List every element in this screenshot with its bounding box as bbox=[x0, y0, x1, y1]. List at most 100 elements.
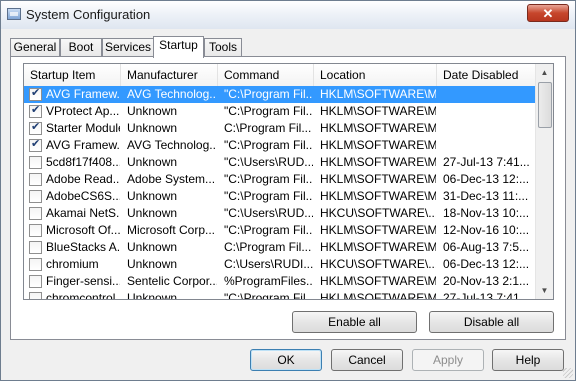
column-header-date-disabled[interactable]: Date Disabled bbox=[437, 64, 536, 86]
startup-item-checkbox[interactable] bbox=[29, 156, 42, 169]
cell-command: "C:\Program Fil... bbox=[224, 172, 313, 186]
startup-items-list[interactable]: Startup Item Manufacturer Command Locati… bbox=[23, 63, 554, 300]
startup-item-checkbox[interactable]: ✔ bbox=[29, 87, 42, 101]
cell-location: HKCU\SOFTWARE\... bbox=[320, 257, 436, 271]
tab-services[interactable]: Services bbox=[102, 38, 154, 57]
list-item[interactable]: Finger-sensi... Sentelic Corpor... %Progra… bbox=[24, 273, 536, 290]
cell-location: HKLM\SOFTWARE\M... bbox=[320, 223, 436, 237]
cell-location: HKLM\SOFTWARE\M... bbox=[320, 138, 436, 152]
cell-command: "C:\Program Fil... bbox=[224, 291, 313, 300]
startup-item-checkbox[interactable] bbox=[29, 258, 42, 271]
cell-date: 18-Nov-13 10:... bbox=[443, 206, 530, 220]
tab-boot[interactable]: Boot bbox=[60, 38, 102, 57]
cell-startup-item: chromium bbox=[46, 257, 99, 271]
cell-manufacturer: Unknown bbox=[127, 206, 178, 220]
vertical-scrollbar[interactable]: ▲ ▼ bbox=[535, 64, 553, 299]
cell-command: "C:\Users\RUD... bbox=[224, 155, 313, 169]
cell-date bbox=[443, 86, 535, 103]
list-item[interactable]: ✔ VProtect Ap... Unknown "C:\Program Fil...… bbox=[24, 103, 536, 120]
help-button[interactable]: Help bbox=[492, 349, 564, 371]
cell-startup-item: BlueStacks A... bbox=[46, 240, 120, 254]
ok-button[interactable]: OK bbox=[250, 349, 322, 371]
cell-startup-item: AVG Framew... bbox=[46, 87, 120, 101]
column-header-location[interactable]: Location bbox=[314, 64, 437, 86]
cell-manufacturer: Unknown bbox=[127, 189, 178, 203]
startup-item-checkbox[interactable] bbox=[29, 292, 42, 299]
cell-startup-item: 5cd8f17f408... bbox=[46, 155, 120, 169]
startup-item-checkbox[interactable] bbox=[29, 190, 42, 203]
cell-manufacturer: Unknown bbox=[127, 104, 178, 118]
cell-startup-item: Finger-sensi... bbox=[46, 274, 120, 288]
cell-startup-item: Starter Module bbox=[46, 121, 120, 135]
cell-command: %ProgramFiles... bbox=[224, 274, 313, 288]
list-item[interactable]: ✔ Starter Module Unknown C:\Program Fil... H… bbox=[24, 120, 536, 137]
startup-item-checkbox[interactable] bbox=[29, 173, 42, 186]
list-item[interactable]: ✔ AVG Framew... AVG Technolog... "C:\Progra… bbox=[24, 86, 536, 103]
cell-location: HKLM\SOFTWARE\M... bbox=[320, 104, 436, 118]
scrollbar-thumb[interactable] bbox=[538, 82, 552, 128]
cell-manufacturer: Unknown bbox=[127, 257, 178, 271]
enable-all-button[interactable]: Enable all bbox=[292, 311, 417, 333]
checkmark-icon: ✔ bbox=[31, 87, 41, 99]
list-item[interactable]: Microsoft Of... Microsoft Corp... "C:\Prog… bbox=[24, 222, 536, 239]
cell-command: C:\Program Fil... bbox=[224, 121, 312, 135]
checkmark-icon: ✔ bbox=[31, 121, 41, 133]
tab-tools[interactable]: Tools bbox=[204, 38, 242, 57]
list-item[interactable]: AdobeCS6S... Unknown "C:\Program Fil... HKL… bbox=[24, 188, 536, 205]
cell-date: 31-Dec-13 11:... bbox=[443, 189, 529, 203]
list-rows: ✔ AVG Framew... AVG Technolog... "C:\Progra… bbox=[24, 86, 536, 300]
list-item[interactable]: BlueStacks A... Unknown C:\Program Fil... H… bbox=[24, 239, 536, 256]
system-configuration-window: System Configuration ✕ General Boot Serv… bbox=[0, 0, 576, 381]
cell-startup-item: chromcontrol bbox=[46, 291, 116, 300]
cell-manufacturer: Unknown bbox=[127, 240, 178, 254]
cell-location: HKLM\SOFTWARE\M... bbox=[320, 155, 436, 169]
cell-manufacturer: AVG Technolog... bbox=[127, 138, 217, 152]
startup-item-checkbox[interactable] bbox=[29, 207, 42, 220]
disable-all-button[interactable]: Disable all bbox=[429, 311, 554, 333]
cell-date bbox=[443, 103, 535, 120]
cell-location: HKLM\SOFTWARE\M... bbox=[320, 172, 436, 186]
cell-date: 27-Jul-13 7:41... bbox=[443, 155, 530, 169]
list-item[interactable]: chromium Unknown C:\Users\RUDI... HKCU\SOFT… bbox=[24, 256, 536, 273]
chevron-down-icon[interactable]: ▼ bbox=[536, 282, 553, 299]
cell-manufacturer: Unknown bbox=[127, 291, 178, 300]
cell-location: HKLM\SOFTWARE\M... bbox=[320, 274, 436, 288]
cell-startup-item: Adobe Read... bbox=[46, 172, 120, 186]
chevron-up-icon[interactable]: ▲ bbox=[536, 64, 553, 81]
cell-location: HKCU\SOFTWARE\... bbox=[320, 206, 436, 220]
tab-startup[interactable]: Startup bbox=[153, 36, 204, 58]
startup-item-checkbox[interactable]: ✔ bbox=[29, 104, 42, 118]
list-item[interactable]: Akamai NetS... Unknown "C:\Users\RUD... HKC… bbox=[24, 205, 536, 222]
cell-location: HKLM\SOFTWARE\M... bbox=[320, 121, 436, 135]
list-item[interactable]: 5cd8f17f408... Unknown "C:\Users\RUD... HKL… bbox=[24, 154, 536, 171]
startup-item-checkbox[interactable]: ✔ bbox=[29, 121, 42, 135]
resize-grip[interactable] bbox=[563, 368, 573, 378]
column-header-manufacturer[interactable]: Manufacturer bbox=[121, 64, 218, 86]
cell-startup-item: Microsoft Of... bbox=[46, 223, 120, 237]
cell-manufacturer: Unknown bbox=[127, 121, 178, 135]
cell-command: C:\Program Fil... bbox=[224, 240, 312, 254]
list-item[interactable]: chromcontrol Unknown "C:\Program Fil... HKL… bbox=[24, 290, 536, 300]
list-item[interactable]: Adobe Read... Adobe System... "C:\Program … bbox=[24, 171, 536, 188]
cell-date bbox=[443, 137, 535, 154]
cell-startup-item: AdobeCS6S... bbox=[46, 189, 120, 203]
cell-location: HKLM\SOFTWARE\M... bbox=[320, 291, 436, 300]
cell-location: HKLM\SOFTWARE\M... bbox=[320, 87, 436, 101]
column-header-startup-item[interactable]: Startup Item bbox=[24, 64, 121, 86]
tab-general[interactable]: General bbox=[10, 38, 60, 57]
title-bar[interactable]: System Configuration ✕ bbox=[1, 1, 575, 29]
startup-item-checkbox[interactable] bbox=[29, 241, 42, 254]
startup-item-checkbox[interactable] bbox=[29, 275, 42, 288]
cell-command: "C:\Program Fil... bbox=[224, 104, 313, 118]
cancel-button[interactable]: Cancel bbox=[331, 349, 403, 371]
startup-item-checkbox[interactable]: ✔ bbox=[29, 138, 42, 152]
list-item[interactable]: ✔ AVG Framew... AVG Technolog... "C:\Progra… bbox=[24, 137, 536, 154]
cell-manufacturer: AVG Technolog... bbox=[127, 87, 217, 101]
column-header-command[interactable]: Command bbox=[218, 64, 314, 86]
startup-panel: Startup Item Manufacturer Command Locati… bbox=[10, 56, 566, 340]
list-header: Startup Item Manufacturer Command Locati… bbox=[24, 64, 536, 87]
startup-item-checkbox[interactable] bbox=[29, 224, 42, 237]
apply-button[interactable]: Apply bbox=[412, 349, 484, 371]
cell-startup-item: AVG Framew... bbox=[46, 138, 120, 152]
close-button[interactable]: ✕ bbox=[527, 4, 569, 22]
